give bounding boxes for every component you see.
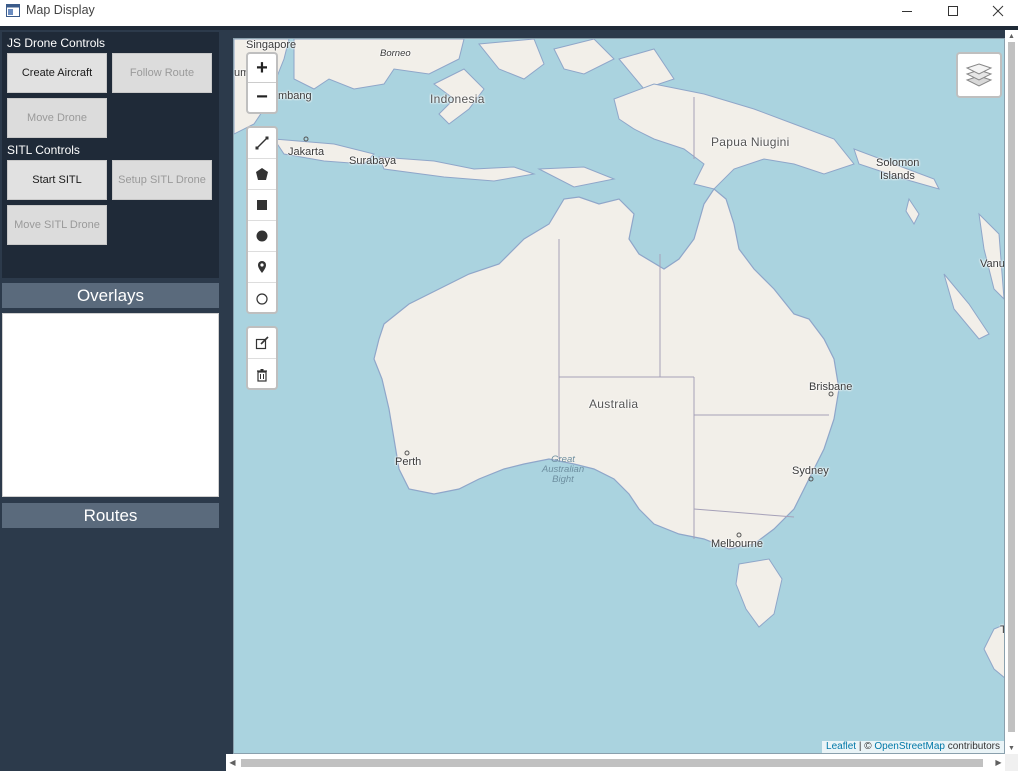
minimize-icon <box>902 11 912 12</box>
scroll-down-arrow-icon[interactable]: ▼ <box>1005 742 1018 754</box>
drone-controls-panel: JS Drone Controls Create Aircraft Follow… <box>2 32 219 278</box>
map-label-surabaya: Surabaya <box>349 155 397 167</box>
draw-marker-button[interactable] <box>248 252 276 283</box>
scrollbar-corner <box>1005 754 1018 771</box>
zoom-control: + − <box>246 52 278 114</box>
maximize-icon <box>948 6 958 16</box>
attribution-suffix: contributors <box>944 741 1000 752</box>
map-label-solomon-1: Solomon <box>876 157 920 169</box>
map-attribution: Leaflet | © OpenStreetMap contributors <box>822 741 1004 753</box>
circle-marker-icon <box>256 292 268 305</box>
attribution-separator: | © <box>856 741 875 752</box>
map-label-borneo: Borneo <box>380 48 411 59</box>
delete-layers-button[interactable] <box>248 359 276 390</box>
draw-polygon-button[interactable] <box>248 159 276 190</box>
map-view[interactable]: Singapore Borneo um mbang Indonesia Papu… <box>233 38 1005 754</box>
bight-line-3: Bight <box>552 474 574 485</box>
openstreetmap-link[interactable]: OpenStreetMap <box>874 741 945 752</box>
map-label-solomon-2: Islands <box>880 170 915 182</box>
move-sitl-drone-button[interactable]: Move SITL Drone <box>7 205 107 245</box>
vertical-scrollbar[interactable]: ▲ ▼ <box>1005 30 1018 754</box>
layers-control-button[interactable] <box>956 52 1002 98</box>
overlays-list[interactable] <box>2 313 219 497</box>
draw-circle-marker-button[interactable] <box>248 283 276 314</box>
setup-sitl-drone-button[interactable]: Setup SITL Drone <box>112 160 212 200</box>
window-title: Map Display <box>26 3 95 17</box>
map-label-vanuatu: Vanu <box>980 258 1005 270</box>
js-drone-controls-label: JS Drone Controls <box>7 36 106 50</box>
map-label-australia: Australia <box>589 397 639 411</box>
routes-header: Routes <box>2 503 219 528</box>
draw-polyline-button[interactable] <box>248 128 276 159</box>
map-label-jakarta: Jakarta <box>288 146 325 158</box>
title-bar: Map Display <box>0 0 1018 22</box>
rectangle-icon <box>257 200 267 210</box>
edit-layers-button[interactable] <box>248 328 276 359</box>
scroll-left-arrow-icon[interactable]: ◀ <box>226 754 239 771</box>
sitl-controls-label: SITL Controls <box>7 143 80 157</box>
move-drone-button[interactable]: Move Drone <box>7 98 107 138</box>
polyline-icon <box>255 136 269 150</box>
horizontal-scrollbar[interactable]: ◀ ▶ <box>226 754 1005 771</box>
top-strip <box>0 26 1018 30</box>
edit-layers-icon <box>255 336 269 350</box>
marker-icon <box>258 261 266 273</box>
map-label-brisbane: Brisbane <box>809 381 853 393</box>
draw-rectangle-button[interactable] <box>248 190 276 221</box>
vertical-scroll-thumb[interactable] <box>1008 42 1015 732</box>
circle-icon <box>256 230 268 242</box>
overlays-header: Overlays <box>2 283 219 308</box>
map-label-palembang: mbang <box>278 90 312 102</box>
start-sitl-button[interactable]: Start SITL <box>7 160 107 200</box>
horizontal-scroll-thumb[interactable] <box>241 759 983 767</box>
delete-layers-icon <box>257 368 267 382</box>
close-icon <box>992 5 1004 17</box>
zoom-out-button[interactable]: − <box>248 83 276 112</box>
leaflet-link[interactable]: Leaflet <box>826 741 856 752</box>
close-button[interactable] <box>975 0 1018 22</box>
maximize-button[interactable] <box>930 0 976 22</box>
follow-route-button[interactable]: Follow Route <box>112 53 212 93</box>
scroll-right-arrow-icon[interactable]: ▶ <box>992 754 1005 771</box>
minimize-button[interactable] <box>884 0 930 22</box>
map-label-great-australian-bight: Great Australian Bight <box>535 455 591 485</box>
map-label-perth: Perth <box>395 456 422 468</box>
map-label-melbourne: Melbourne <box>711 538 763 550</box>
map-label-singapore: Singapore <box>246 39 297 51</box>
create-aircraft-button[interactable]: Create Aircraft <box>7 53 107 93</box>
scroll-up-arrow-icon[interactable]: ▲ <box>1005 30 1018 42</box>
polygon-icon <box>256 168 268 180</box>
zoom-in-button[interactable]: + <box>248 54 276 83</box>
map-label-papua: Papua Niugini <box>711 135 790 149</box>
draw-circle-button[interactable] <box>248 221 276 252</box>
edit-toolbar <box>246 326 278 390</box>
app-icon <box>6 4 20 17</box>
layers-icon <box>965 63 993 87</box>
map-label-sydney: Sydney <box>792 465 829 477</box>
draw-toolbar <box>246 126 278 314</box>
map-label-indonesia: Indonesia <box>430 92 485 106</box>
